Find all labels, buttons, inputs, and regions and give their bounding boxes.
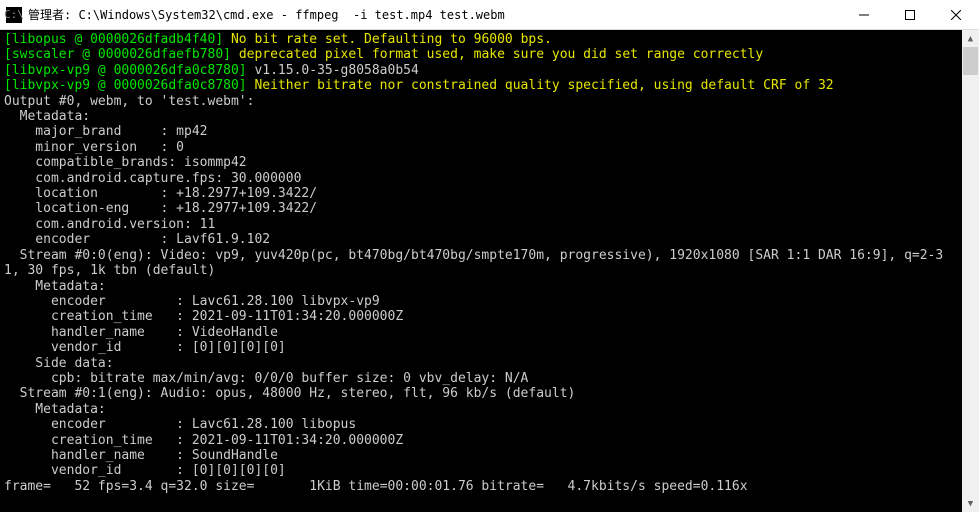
minimize-button[interactable] — [841, 0, 887, 30]
terminal-text: [libvpx-vp9 @ 0000026dfa0c8780] — [4, 63, 254, 78]
terminal-text: com.android.capture.fps: 30.000000 — [4, 171, 301, 186]
terminal-text: [libvpx-vp9 @ 0000026dfa0c8780] — [4, 78, 254, 93]
terminal-text: encoder : Lavc61.28.100 libvpx-vp9 — [4, 294, 380, 309]
scroll-up-button[interactable]: ▲ — [962, 30, 979, 47]
terminal-text: com.android.version: 11 — [4, 217, 215, 232]
terminal-text: Stream #0:0(eng): Video: vp9, yuv420p(pc… — [4, 248, 943, 263]
terminal-text: vendor_id : [0][0][0][0] — [4, 463, 286, 478]
terminal-area: [libopus @ 0000026dfadb4f40] No bit rate… — [0, 30, 979, 512]
terminal-text: encoder : Lavf61.9.102 — [4, 232, 270, 247]
close-icon — [951, 10, 961, 20]
terminal-text: frame= 52 fps=3.4 q=32.0 size= 1KiB time… — [4, 479, 779, 494]
terminal-text: Metadata: — [4, 402, 106, 417]
terminal-text: Stream #0:1(eng): Audio: opus, 48000 Hz,… — [4, 386, 575, 401]
terminal-text: [libopus @ 0000026dfadb4f40] — [4, 32, 231, 47]
scrollbar-track[interactable] — [962, 47, 979, 495]
scrollbar-thumb[interactable] — [963, 47, 978, 75]
terminal-text: No bit rate set. Defaulting to 96000 bps… — [231, 32, 552, 47]
scrollbar[interactable]: ▲ ▼ — [962, 30, 979, 512]
terminal-text: handler_name : SoundHandle — [4, 448, 278, 463]
terminal-text: location-eng : +18.2977+109.3422/ — [4, 201, 317, 216]
minimize-icon — [859, 10, 869, 20]
terminal-text: Neither bitrate nor constrained quality … — [254, 78, 833, 93]
scroll-down-button[interactable]: ▼ — [962, 495, 979, 512]
terminal-text: v1.15.0-35-g8058a0b54 — [254, 63, 418, 78]
titlebar: C:\ 管理者: C:\Windows\System32\cmd.exe - f… — [0, 0, 979, 30]
maximize-icon — [905, 10, 915, 20]
terminal-text: deprecated pixel format used, make sure … — [239, 47, 763, 62]
terminal-text: major_brand : mp42 — [4, 124, 208, 139]
terminal-text: compatible_brands: isommp42 — [4, 155, 247, 170]
terminal-output[interactable]: [libopus @ 0000026dfadb4f40] No bit rate… — [0, 30, 962, 512]
terminal-text: vendor_id : [0][0][0][0] — [4, 340, 286, 355]
terminal-text: cpb: bitrate max/min/avg: 0/0/0 buffer s… — [4, 371, 528, 386]
terminal-text: Metadata: — [4, 279, 106, 294]
terminal-text: minor_version : 0 — [4, 140, 184, 155]
terminal-text: creation_time : 2021-09-11T01:34:20.0000… — [4, 433, 403, 448]
cmd-icon: C:\ — [6, 7, 22, 23]
terminal-text: Output #0, webm, to 'test.webm': — [4, 94, 254, 109]
terminal-text: handler_name : VideoHandle — [4, 325, 278, 340]
terminal-text: 1, 30 fps, 1k tbn (default) — [4, 263, 215, 278]
terminal-text: [swscaler @ 0000026dfaefb780] — [4, 47, 239, 62]
terminal-text: encoder : Lavc61.28.100 libopus — [4, 417, 356, 432]
maximize-button[interactable] — [887, 0, 933, 30]
close-button[interactable] — [933, 0, 979, 30]
terminal-text: Metadata: — [4, 109, 90, 124]
terminal-text: Side data: — [4, 356, 114, 371]
terminal-text: creation_time : 2021-09-11T01:34:20.0000… — [4, 309, 403, 324]
window-title: 管理者: C:\Windows\System32\cmd.exe - ffmpe… — [28, 6, 505, 23]
terminal-text: location : +18.2977+109.3422/ — [4, 186, 317, 201]
